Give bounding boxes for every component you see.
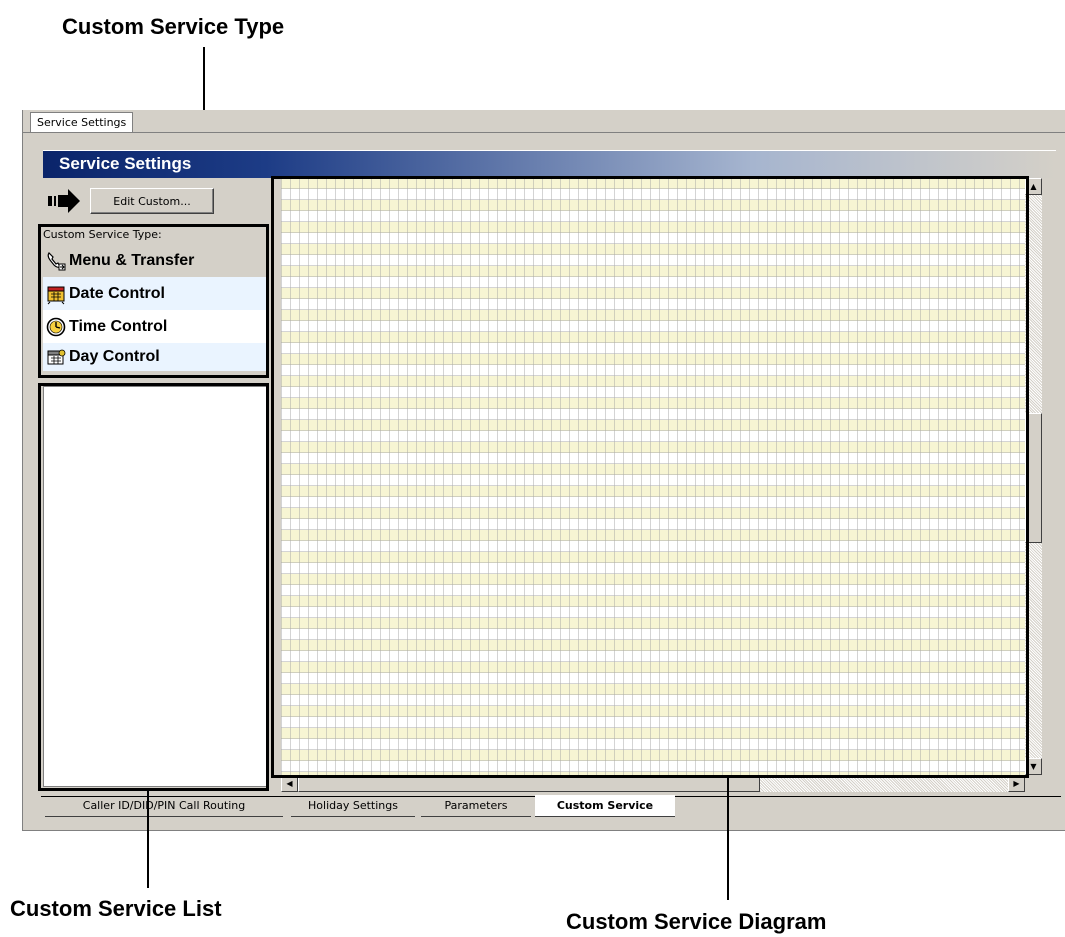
tab-holiday-settings[interactable]: Holiday Settings [291, 796, 415, 817]
type-highlight-box [38, 224, 269, 378]
callout-custom-service-list: Custom Service List [10, 896, 222, 921]
callout-line-diagram [727, 776, 729, 900]
tab-custom-service[interactable]: Custom Service [535, 795, 675, 817]
bottom-tab-strip: Caller ID/DID/PIN Call Routing Holiday S… [41, 795, 1061, 818]
list-highlight-box [38, 383, 269, 791]
callout-custom-service-type: Custom Service Type [62, 14, 285, 39]
tab-parameters[interactable]: Parameters [421, 796, 531, 817]
panel-title: Service Settings [59, 154, 192, 173]
callout-line-list [147, 790, 149, 888]
diagram-highlight-box [271, 176, 1029, 778]
tab-divider [23, 132, 1065, 133]
tab-caller-id-routing[interactable]: Caller ID/DID/PIN Call Routing [45, 796, 283, 817]
tab-service-settings[interactable]: Service Settings [30, 112, 134, 133]
edit-custom-button[interactable]: Edit Custom... [90, 188, 214, 214]
callout-custom-service-diagram: Custom Service Diagram [566, 909, 827, 934]
arrow-right-icon [46, 188, 82, 214]
panel-title-bar: Service Settings [43, 150, 1056, 178]
